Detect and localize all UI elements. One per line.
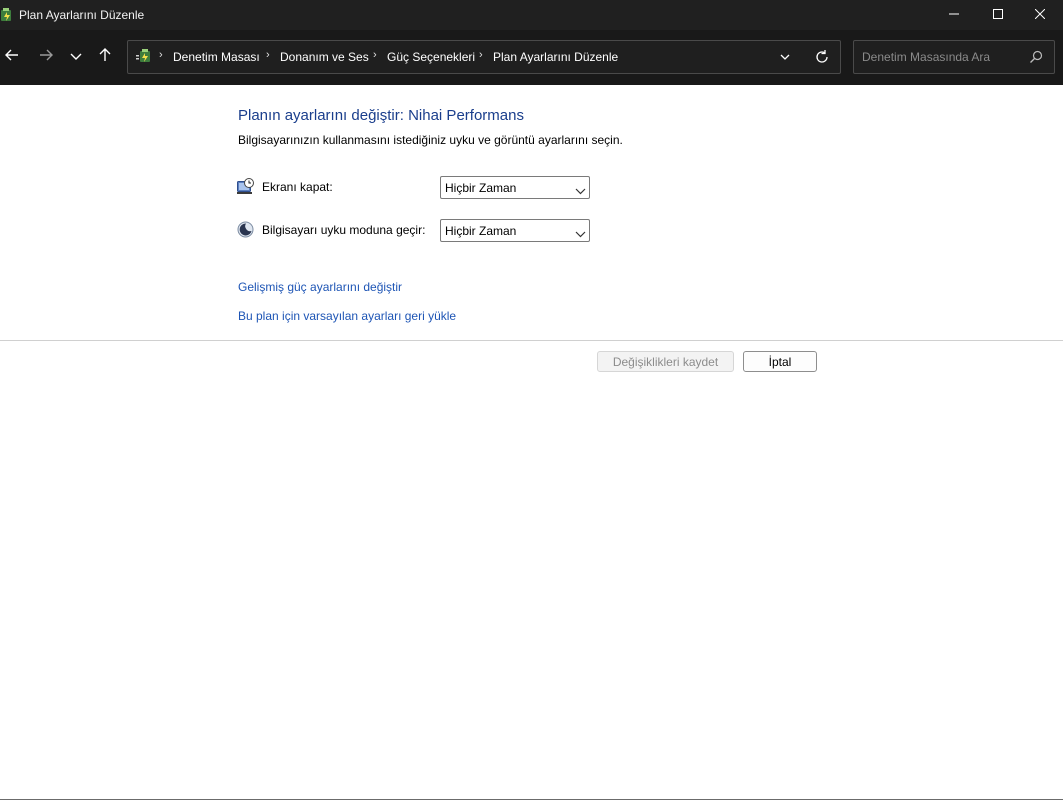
address-dropdown-icon[interactable]	[778, 50, 792, 64]
restore-defaults-link[interactable]: Bu plan için varsayılan ayarları geri yü…	[238, 309, 456, 323]
breadcrumb-separator-icon: ›	[159, 49, 163, 61]
minimize-button[interactable]	[931, 0, 977, 30]
maximize-icon	[993, 6, 1003, 24]
search-icon[interactable]	[1029, 50, 1043, 64]
cancel-button[interactable]: İptal	[743, 351, 817, 372]
breadcrumb-power-options[interactable]: Güç Seçenekleri	[387, 50, 475, 64]
main-content: Planın ayarlarını değiştir: Nihai Perfor…	[0, 85, 1063, 800]
advanced-power-settings-link[interactable]: Gelişmiş güç ayarlarını değiştir	[238, 280, 402, 294]
back-arrow-icon	[5, 48, 19, 67]
forward-arrow-icon	[39, 48, 53, 67]
turn-off-display-value: Hiçbir Zaman	[445, 181, 517, 195]
window-title: Plan Ayarlarını Düzenle	[19, 8, 145, 22]
navigation-bar: › Denetim Masası › Donanım ve Ses › Güç …	[0, 30, 1063, 85]
close-icon	[1034, 6, 1046, 24]
save-changes-button[interactable]: Değişiklikleri kaydet	[597, 351, 734, 372]
chevron-down-icon	[70, 48, 82, 66]
recent-locations-button[interactable]	[64, 42, 88, 72]
control-panel-icon	[136, 49, 154, 65]
search-input[interactable]	[862, 49, 1022, 65]
display-clock-icon	[237, 178, 254, 195]
up-button[interactable]	[93, 42, 117, 72]
breadcrumb-hardware-sound[interactable]: Donanım ve Ses	[280, 50, 369, 64]
close-button[interactable]	[1017, 0, 1063, 30]
breadcrumb-separator-icon: ›	[373, 49, 377, 61]
divider	[0, 340, 1063, 341]
moon-sleep-icon	[237, 221, 254, 238]
breadcrumb-separator-icon: ›	[266, 49, 270, 61]
sleep-value: Hiçbir Zaman	[445, 224, 517, 238]
chevron-down-icon	[575, 226, 586, 238]
back-button[interactable]	[0, 42, 24, 72]
sleep-label: Bilgisayarı uyku moduna geçir:	[262, 223, 426, 237]
turn-off-display-select[interactable]: Hiçbir Zaman	[440, 176, 590, 199]
maximize-button[interactable]	[975, 0, 1021, 30]
refresh-icon[interactable]	[814, 49, 830, 65]
sleep-select[interactable]: Hiçbir Zaman	[440, 219, 590, 242]
breadcrumb-control-panel[interactable]: Denetim Masası	[173, 50, 260, 64]
turn-off-display-label: Ekranı kapat:	[262, 180, 333, 194]
search-box[interactable]	[853, 40, 1055, 74]
page-description: Bilgisayarınızın kullanmasını istediğini…	[238, 133, 623, 147]
breadcrumb-edit-plan[interactable]: Plan Ayarlarını Düzenle	[493, 50, 618, 64]
chevron-down-icon	[575, 183, 586, 195]
power-options-icon	[0, 7, 14, 23]
up-arrow-icon	[98, 47, 112, 67]
page-title: Planın ayarlarını değiştir: Nihai Perfor…	[238, 107, 524, 124]
breadcrumb-separator-icon: ›	[479, 49, 483, 61]
forward-button[interactable]	[34, 42, 58, 72]
address-bar[interactable]: › Denetim Masası › Donanım ve Ses › Güç …	[127, 40, 841, 74]
minimize-icon	[949, 6, 959, 24]
title-bar: Plan Ayarlarını Düzenle	[0, 0, 1063, 30]
